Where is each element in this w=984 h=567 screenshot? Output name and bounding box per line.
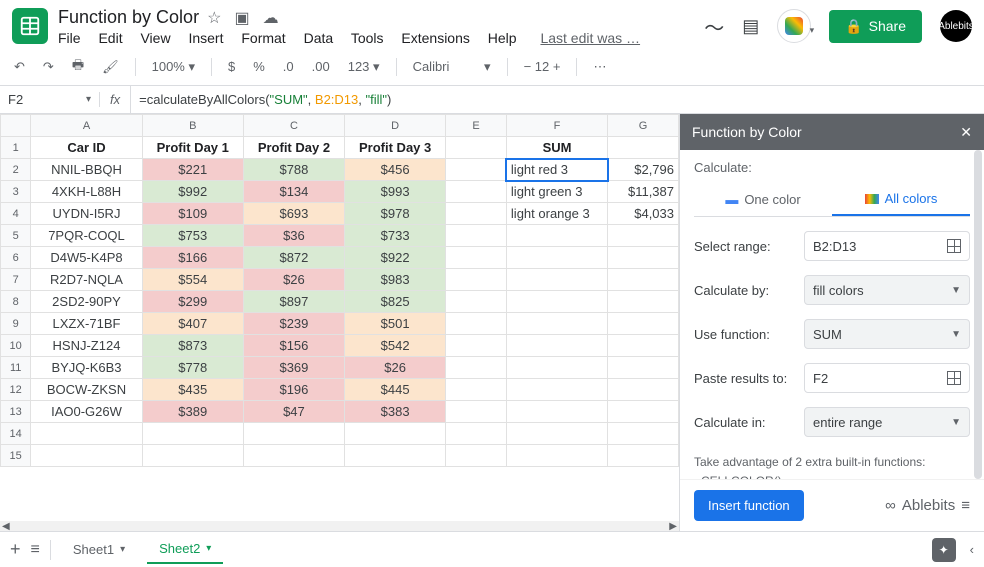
side-panel-toggle-icon[interactable]: ‹ — [970, 542, 974, 557]
formula-bar: F2▾ fx =calculateByAllColors("SUM", B2:D… — [0, 86, 984, 114]
menu-extensions[interactable]: Extensions — [401, 30, 469, 46]
last-edit-link[interactable]: Last edit was … — [540, 30, 640, 46]
fx-icon: fx — [100, 86, 131, 113]
activity-icon[interactable]: 〜 — [704, 12, 724, 41]
font-size-select[interactable]: − 12 + — [518, 55, 567, 78]
table-row[interactable]: 9LXZX-71BF$407$239$501 — [1, 313, 679, 335]
calculate-by-select[interactable]: fill colors▼ — [804, 275, 970, 305]
menu-insert[interactable]: Insert — [188, 30, 223, 46]
dec-increase-button[interactable]: .00 — [306, 55, 336, 78]
use-function-select[interactable]: SUM▼ — [804, 319, 970, 349]
insert-function-button[interactable]: Insert function — [694, 490, 804, 521]
spreadsheet-grid[interactable]: ABCDEFG 1 Car ID Profit Day 1 Profit Day… — [0, 114, 679, 531]
font-select[interactable]: Calibri ▾ — [407, 55, 497, 79]
table-row[interactable]: 7R2D7-NQLA$554$26$983 — [1, 269, 679, 291]
table-row[interactable]: 34XKH-L88H$992$134$993light green 3$11,3… — [1, 181, 679, 203]
redo-icon[interactable]: ↷ — [37, 55, 60, 79]
menu-data[interactable]: Data — [304, 30, 334, 46]
move-icon[interactable]: ▣ — [234, 10, 249, 27]
table-row[interactable]: 12BOCW-ZKSN$435$196$445 — [1, 379, 679, 401]
grid-picker-icon[interactable] — [947, 239, 961, 253]
meet-icon[interactable]: ▾ — [777, 9, 811, 43]
title-bar: Function by Color ☆ ▣ ☁ File Edit View I… — [0, 0, 984, 48]
menu-format[interactable]: Format — [241, 30, 285, 46]
select-range-input[interactable]: B2:D13 — [804, 231, 970, 261]
calculate-in-select[interactable]: entire range▼ — [804, 407, 970, 437]
table-row[interactable]: 10HSNJ-Z124$873$156$542 — [1, 335, 679, 357]
zoom-select[interactable]: 100% ▾ — [146, 55, 201, 79]
formula-input[interactable]: =calculateByAllColors("SUM", B2:D13, "fi… — [131, 92, 984, 108]
paste-to-label: Paste results to: — [694, 371, 794, 386]
explore-icon[interactable]: ✦ — [932, 538, 956, 562]
select-range-label: Select range: — [694, 239, 794, 254]
menu-edit[interactable]: Edit — [98, 30, 122, 46]
lock-icon: 🔒 — [845, 18, 862, 35]
menu-bar: File Edit View Insert Format Data Tools … — [58, 30, 704, 46]
table-row[interactable]: 2NNIL-BBQH$221$788$456light red 3$2,796 — [1, 159, 679, 181]
percent-button[interactable]: % — [247, 55, 271, 78]
sheet-tabs-bar: + ≡ Sheet1▾ Sheet2▾ ✦ ‹ — [0, 531, 984, 567]
table-row[interactable]: 4UYDN-I5RJ$109$693$978light orange 3$4,0… — [1, 203, 679, 225]
share-button[interactable]: 🔒 Share — [829, 10, 922, 43]
all-sheets-icon[interactable]: ≡ — [31, 541, 40, 559]
currency-button[interactable]: $ — [222, 55, 241, 78]
paste-to-input[interactable]: F2 — [804, 363, 970, 393]
table-row[interactable]: 15 — [1, 445, 679, 467]
print-icon[interactable]: 🖶 — [66, 52, 90, 82]
infinity-icon: ∞ — [885, 497, 896, 514]
ablebits-logo: ∞ Ablebits ≡ — [885, 497, 970, 514]
sheet-tab-2[interactable]: Sheet2▾ — [147, 535, 223, 564]
menu-icon[interactable]: ≡ — [961, 497, 970, 514]
sidebar-header: Function by Color ✕ — [680, 114, 984, 150]
table-row[interactable]: 14 — [1, 423, 679, 445]
use-function-label: Use function: — [694, 327, 794, 342]
calculate-label: Calculate: — [694, 160, 970, 175]
horizontal-scrollbar[interactable]: ◀▶ — [0, 521, 679, 531]
paint-format-icon[interactable]: 🖌 — [96, 55, 125, 79]
sheets-app-icon[interactable] — [12, 8, 48, 44]
header-row[interactable]: 1 Car ID Profit Day 1 Profit Day 2 Profi… — [1, 137, 679, 159]
calculate-by-label: Calculate by: — [694, 283, 794, 298]
more-toolbar-icon[interactable]: ⋯ — [587, 55, 612, 79]
tab-one-color[interactable]: ▬One color — [694, 183, 832, 216]
menu-file[interactable]: File — [58, 30, 81, 46]
hint-text: Take advantage of 2 extra built-in funct… — [694, 453, 970, 479]
add-sheet-icon[interactable]: + — [10, 539, 21, 560]
tab-all-colors[interactable]: All colors — [832, 183, 970, 216]
name-box[interactable]: F2▾ — [0, 92, 100, 107]
cloud-icon[interactable]: ☁ — [263, 10, 279, 27]
dec-decrease-button[interactable]: .0 — [277, 55, 300, 78]
column-headers[interactable]: ABCDEFG — [1, 115, 679, 137]
table-row[interactable]: 57PQR-COQL$753$36$733 — [1, 225, 679, 247]
close-icon[interactable]: ✕ — [960, 124, 972, 141]
menu-help[interactable]: Help — [488, 30, 517, 46]
table-row[interactable]: 11BYJQ-K6B3$778$369$26 — [1, 357, 679, 379]
grid-picker-icon[interactable] — [947, 371, 961, 385]
format-123-button[interactable]: 123 ▾ — [342, 55, 386, 79]
table-row[interactable]: 13IAO0-G26W$389$47$383 — [1, 401, 679, 423]
addon-sidebar: Function by Color ✕ Calculate: ▬One colo… — [679, 114, 984, 531]
toolbar: ↶ ↷ 🖶 🖌 100% ▾ $ % .0 .00 123 ▾ Calibri … — [0, 48, 984, 86]
comments-icon[interactable]: ▤ — [742, 16, 759, 37]
menu-tools[interactable]: Tools — [351, 30, 384, 46]
account-avatar[interactable]: Ablebits — [940, 10, 972, 42]
sheet-tab-1[interactable]: Sheet1▾ — [61, 536, 137, 563]
star-icon[interactable]: ☆ — [207, 10, 221, 27]
menu-view[interactable]: View — [140, 30, 170, 46]
undo-icon[interactable]: ↶ — [8, 55, 31, 79]
calculate-in-label: Calculate in: — [694, 415, 794, 430]
table-row[interactable]: 82SD2-90PY$299$897$825 — [1, 291, 679, 313]
table-row[interactable]: 6D4W5-K4P8$166$872$922 — [1, 247, 679, 269]
document-title[interactable]: Function by Color ☆ ▣ ☁ — [58, 7, 704, 28]
